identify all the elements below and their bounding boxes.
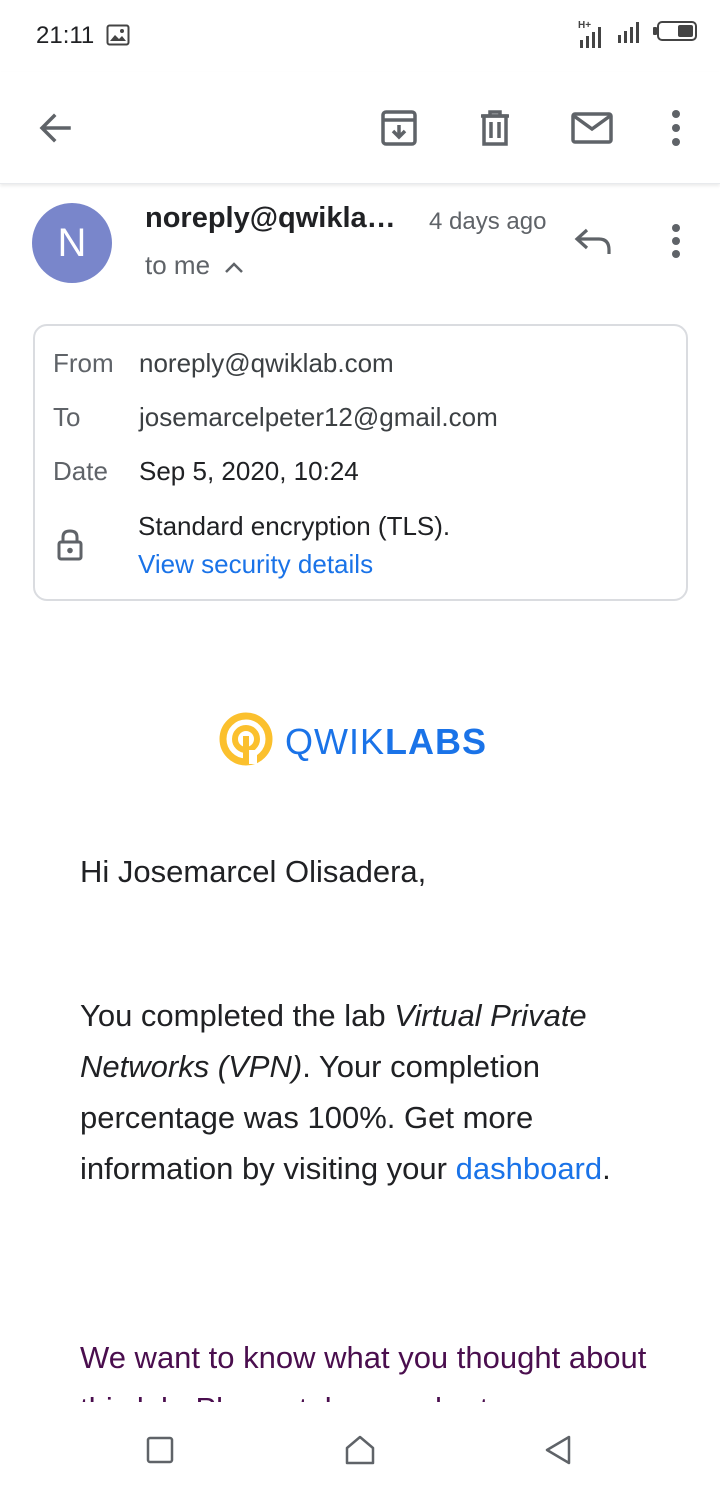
back-triangle-icon (543, 1434, 573, 1471)
recipient-toggle[interactable]: to me (145, 250, 244, 281)
dashboard-link[interactable]: dashboard (456, 1151, 603, 1186)
signal-icon (616, 19, 644, 48)
lock-icon (55, 528, 85, 567)
back-arrow-icon[interactable] (27, 100, 83, 156)
status-icons: H+ (578, 19, 698, 48)
logo-text-bold: LABS (385, 720, 487, 762)
back-button[interactable] (536, 1430, 580, 1474)
para-prefix: You completed the lab (80, 998, 395, 1033)
home-button[interactable] (338, 1430, 382, 1474)
system-navigation-bar (0, 1402, 720, 1500)
more-vert-icon[interactable] (648, 100, 704, 156)
network-type-label: H+ (578, 20, 592, 31)
to-label: To (53, 402, 81, 432)
logo-text-light: QWIK (285, 720, 385, 762)
archive-icon[interactable] (371, 100, 427, 156)
qwiklabs-logo: QWIKLABS (219, 712, 487, 771)
message-details-card: From noreply@qwiklab.com To josemarcelpete… (33, 324, 688, 601)
to-row: To josemarcelpeter12@gmail.com (53, 402, 498, 433)
email-greeting: Hi Josemarcel Olisadera, (80, 854, 427, 889)
date-value: Sep 5, 2020, 10:24 (139, 456, 359, 486)
status-bar: 21:11 H+ (0, 0, 720, 72)
reply-icon (573, 226, 613, 261)
sender-avatar[interactable]: N (32, 203, 112, 283)
recents-button[interactable] (138, 1430, 182, 1474)
more-vert-icon (670, 223, 682, 264)
battery-icon (652, 19, 698, 48)
reply-button[interactable] (566, 218, 620, 268)
view-security-details-link[interactable]: View security details (138, 549, 373, 580)
sender-name: noreply@qwikla… (145, 202, 396, 234)
survey-paragraph: We want to know what you thought about t… (80, 1340, 647, 1402)
encryption-text: Standard encryption (TLS). (138, 511, 451, 541)
recents-icon (146, 1436, 174, 1469)
image-icon (106, 24, 130, 46)
qwiklabs-logo-text: QWIKLABS (285, 721, 487, 763)
from-value: noreply@qwiklab.com (139, 348, 394, 378)
message-more-button[interactable] (652, 218, 700, 268)
from-label: From (53, 348, 114, 378)
email-toolbar (0, 72, 720, 184)
completion-paragraph: You completed the lab Virtual Private Ne… (80, 990, 670, 1194)
message-date: 4 days ago (429, 208, 547, 235)
date-row: Date Sep 5, 2020, 10:24 (53, 456, 359, 487)
status-time: 21:11 (36, 22, 95, 49)
mail-icon[interactable] (564, 100, 620, 156)
from-row: From noreply@qwiklab.com (53, 348, 394, 379)
chevron-up-icon (224, 250, 244, 281)
para-suffix: . (602, 1151, 611, 1186)
date-label: Date (53, 456, 108, 486)
signal-icon: H+ (578, 20, 608, 48)
delete-icon[interactable] (467, 100, 523, 156)
home-icon (344, 1434, 376, 1471)
recipient-summary: to me (145, 250, 211, 280)
to-value: josemarcelpeter12@gmail.com (139, 402, 498, 432)
qwiklabs-logo-icon (219, 712, 273, 771)
